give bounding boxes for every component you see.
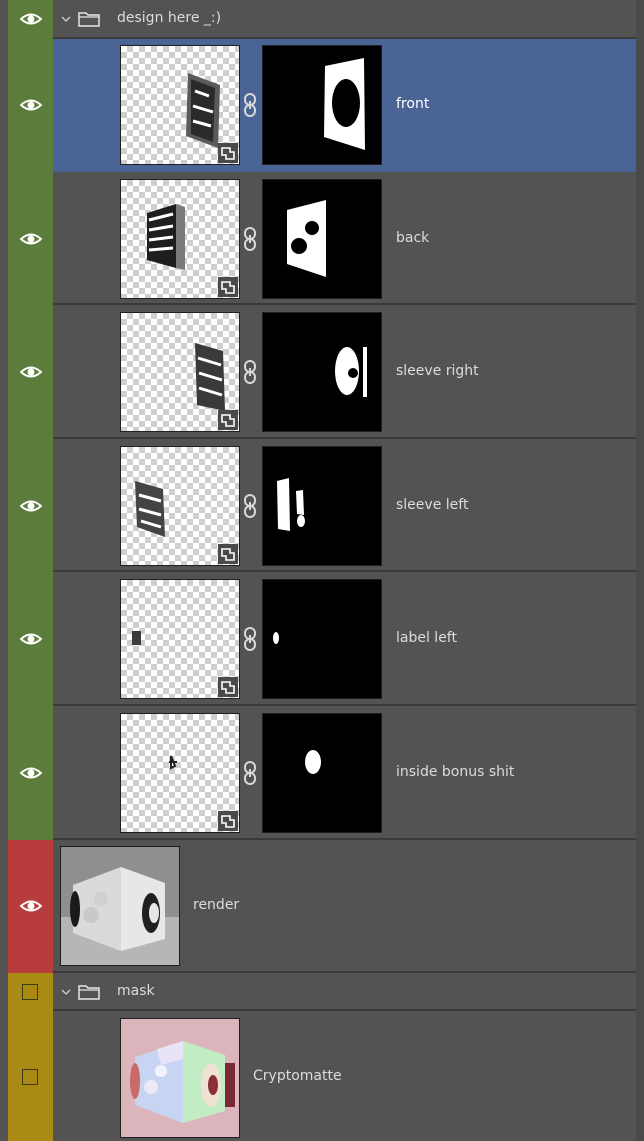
layer-name[interactable]: front [396, 96, 429, 112]
smart-object-icon [218, 677, 238, 697]
layer-thumbnail[interactable] [120, 713, 240, 833]
panel-edge [636, 39, 644, 172]
panel-edge [636, 840, 644, 973]
visibility-toggle-off[interactable] [22, 1069, 38, 1085]
chain-link-icon[interactable] [241, 760, 259, 786]
panel-edge [636, 572, 644, 706]
panel-edge [636, 0, 644, 39]
mask-thumbnail[interactable] [262, 579, 382, 699]
panel-edge [636, 1011, 644, 1141]
layer-row-label-left[interactable]: label left [0, 572, 644, 706]
eye-icon[interactable] [20, 11, 42, 27]
group-name[interactable]: mask [117, 983, 155, 999]
layer-thumbnail[interactable] [120, 579, 240, 699]
panel-edge [636, 439, 644, 572]
layer-name[interactable]: sleeve left [396, 497, 468, 513]
layer-thumbnail[interactable] [60, 846, 180, 966]
panel-edge [636, 973, 644, 1011]
mask-preview [335, 347, 367, 397]
cryptomatte-preview [121, 1019, 239, 1137]
smart-object-icon [218, 544, 238, 564]
layer-name[interactable]: render [193, 897, 239, 913]
folder-icon [78, 11, 100, 27]
eye-icon[interactable] [20, 231, 42, 247]
mask-preview [277, 478, 305, 531]
eye-icon[interactable] [20, 898, 42, 914]
panel-edge [636, 172, 644, 305]
mask-thumbnail[interactable] [262, 45, 382, 165]
layer-name[interactable]: sleeve right [396, 363, 479, 379]
chevron-down-icon[interactable] [60, 986, 72, 998]
mask-preview [305, 750, 321, 774]
layer-name[interactable]: inside bonus shit [396, 764, 514, 780]
eye-icon[interactable] [20, 97, 42, 113]
layer-row-front[interactable]: front [0, 39, 644, 172]
layer-group-design[interactable]: design here _:) [0, 0, 644, 39]
smart-object-icon [218, 410, 238, 430]
mask-thumbnail[interactable] [262, 179, 382, 299]
layer-thumbnail[interactable] [120, 45, 240, 165]
group-name[interactable]: design here _:) [117, 10, 221, 26]
mask-thumbnail[interactable] [262, 312, 382, 432]
chain-link-icon[interactable] [241, 626, 259, 652]
layer-thumbnail[interactable] [120, 179, 240, 299]
layer-name[interactable]: back [396, 230, 429, 246]
eye-icon[interactable] [20, 765, 42, 781]
smart-object-icon [218, 143, 238, 163]
layer-row-cryptomatte[interactable]: Cryptomatte [0, 1011, 644, 1141]
layer-thumbnail[interactable] [120, 1018, 240, 1138]
layer-thumbnail[interactable] [120, 312, 240, 432]
eye-icon[interactable] [20, 364, 42, 380]
chevron-down-icon[interactable] [60, 13, 72, 25]
mask-thumbnail[interactable] [262, 713, 382, 833]
layer-row-back[interactable]: back [0, 172, 644, 305]
layer-row-sleeve-right[interactable]: sleeve right [0, 305, 644, 439]
layer-row-render[interactable]: render [0, 840, 644, 973]
smart-object-icon [218, 277, 238, 297]
layer-name[interactable]: Cryptomatte [253, 1068, 342, 1084]
chain-link-icon[interactable] [241, 493, 259, 519]
eye-icon[interactable] [20, 498, 42, 514]
layer-name[interactable]: label left [396, 630, 457, 646]
layer-row-inside-bonus[interactable]: inside bonus shit [0, 706, 644, 840]
render-preview [61, 847, 179, 965]
visibility-toggle-off[interactable] [22, 984, 38, 1000]
mask-thumbnail[interactable] [262, 446, 382, 566]
mask-preview [273, 632, 279, 644]
mask-preview [287, 200, 326, 277]
layer-group-mask[interactable]: mask [0, 973, 644, 1011]
eye-icon[interactable] [20, 631, 42, 647]
chain-link-icon[interactable] [241, 359, 259, 385]
mask-preview [324, 58, 365, 150]
chain-link-icon[interactable] [241, 92, 259, 118]
panel-edge [636, 305, 644, 439]
chain-link-icon[interactable] [241, 226, 259, 252]
smart-object-icon [218, 811, 238, 831]
layer-row-sleeve-left[interactable]: sleeve left [0, 439, 644, 572]
layer-thumbnail[interactable] [120, 446, 240, 566]
folder-icon [78, 984, 100, 1000]
panel-edge [636, 706, 644, 840]
